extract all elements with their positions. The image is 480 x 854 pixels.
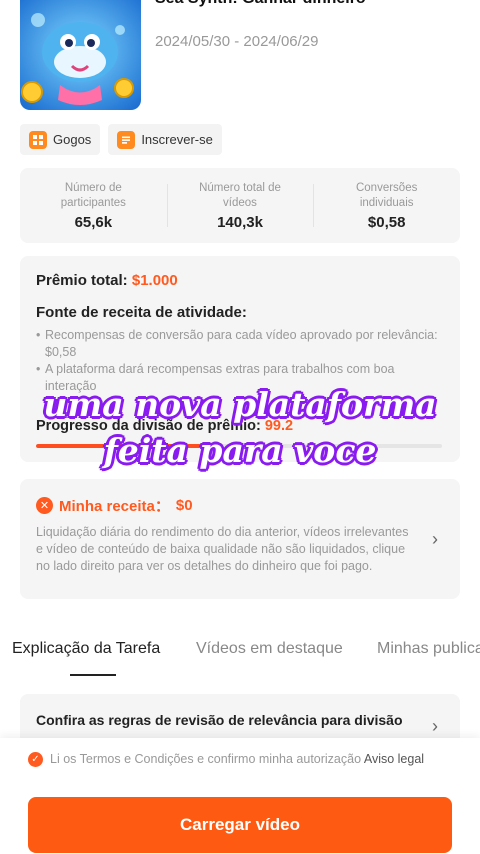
terms-text: Li os Termos e Condições e confirmo minh… — [50, 752, 362, 766]
upload-video-button[interactable]: Carregar vídeo — [28, 797, 452, 853]
legal-notice-link[interactable]: Aviso legal — [364, 752, 424, 766]
tab-featured-videos[interactable]: Vídeos em destaque — [196, 640, 343, 658]
tag-row: Gogos Inscrever-se — [20, 124, 222, 155]
stat-value: 65,6k — [74, 213, 113, 231]
income-amount: $0 — [175, 497, 193, 514]
app-date-range: 2024/05/30 - 2024/06/29 — [155, 33, 319, 50]
stat-participants: Número de participantes 65,6k — [20, 168, 167, 243]
app-header: Sea Synth: Ganhar dinheiro 2024/05/30 - … — [0, 0, 480, 118]
stat-label: Número de participantes — [60, 181, 126, 209]
prize-progress-bar — [36, 444, 442, 448]
tag-inscrever[interactable]: Inscrever-se — [108, 124, 222, 155]
stat-value: 140,3k — [217, 213, 263, 231]
prize-total-label: Prêmio total: — [36, 272, 128, 289]
app-icon — [20, 0, 141, 110]
progress-label: Progresso da divisão de prêmio: — [36, 418, 261, 434]
terms-agreement[interactable]: ✓ Li os Termos e Condições e confirmo mi… — [28, 751, 448, 768]
tag-label: Gogos — [53, 132, 92, 147]
stats-panel: Número de participantes 65,6k Número tot… — [20, 168, 460, 243]
prize-total-amount: $1.000 — [131, 272, 178, 289]
income-title-label: Minha receita： — [59, 498, 170, 515]
tag-gogos[interactable]: Gogos — [20, 124, 101, 155]
stat-conversions: Conversões individuais $0,58 — [313, 168, 460, 243]
apps-grid-icon — [29, 130, 47, 149]
my-income-card[interactable]: ✕ Minha receita： $0 Liquidação diária do… — [20, 479, 460, 599]
stat-value: $0,58 — [367, 213, 406, 231]
close-circle-icon: ✕ — [36, 497, 53, 514]
stat-total-videos: Número total de vídeos 140,3k — [166, 168, 314, 243]
income-description: Liquidação diária do rendimento do dia a… — [36, 525, 409, 573]
income-title: ✕ Minha receita： $0 — [36, 495, 444, 516]
stat-label: Conversões individuais — [355, 181, 418, 209]
prize-card: Prêmio total: $1.000 Fonte de receita de… — [20, 256, 460, 462]
prize-progress-label: Progresso da divisão de prêmio: 99.2 — [36, 418, 293, 434]
income-source-title: Fonte de receita de atividade: — [36, 304, 247, 321]
active-tab-indicator — [70, 674, 116, 676]
list-item: A plataforma dará recompensas extras par… — [36, 361, 444, 395]
progress-fill — [36, 444, 219, 448]
chevron-right-icon[interactable]: › — [432, 529, 438, 550]
income-source-list: Recompensas de conversão para cada vídeo… — [36, 327, 444, 395]
app-title: Sea Synth: Ganhar dinheiro — [155, 0, 366, 8]
progress-value: 99.2 — [264, 418, 294, 434]
tab-task-explanation[interactable]: Explicação da Tarefa — [12, 640, 160, 658]
chevron-right-icon[interactable]: › — [432, 716, 438, 737]
stat-label: Número total de vídeos — [199, 181, 281, 209]
prize-total: Prêmio total: $1.000 — [36, 272, 444, 289]
bottom-action-bar: ✓ Li os Termos e Condições e confirmo mi… — [0, 738, 480, 854]
tab-bar: Explicação da Tarefa Vídeos em destaque … — [0, 636, 480, 678]
checkmark-icon[interactable]: ✓ — [28, 752, 43, 767]
list-item: Recompensas de conversão para cada vídeo… — [36, 327, 444, 361]
tab-my-posts[interactable]: Minhas publica — [377, 640, 480, 658]
document-icon — [117, 130, 136, 149]
tag-label: Inscrever-se — [141, 132, 213, 147]
